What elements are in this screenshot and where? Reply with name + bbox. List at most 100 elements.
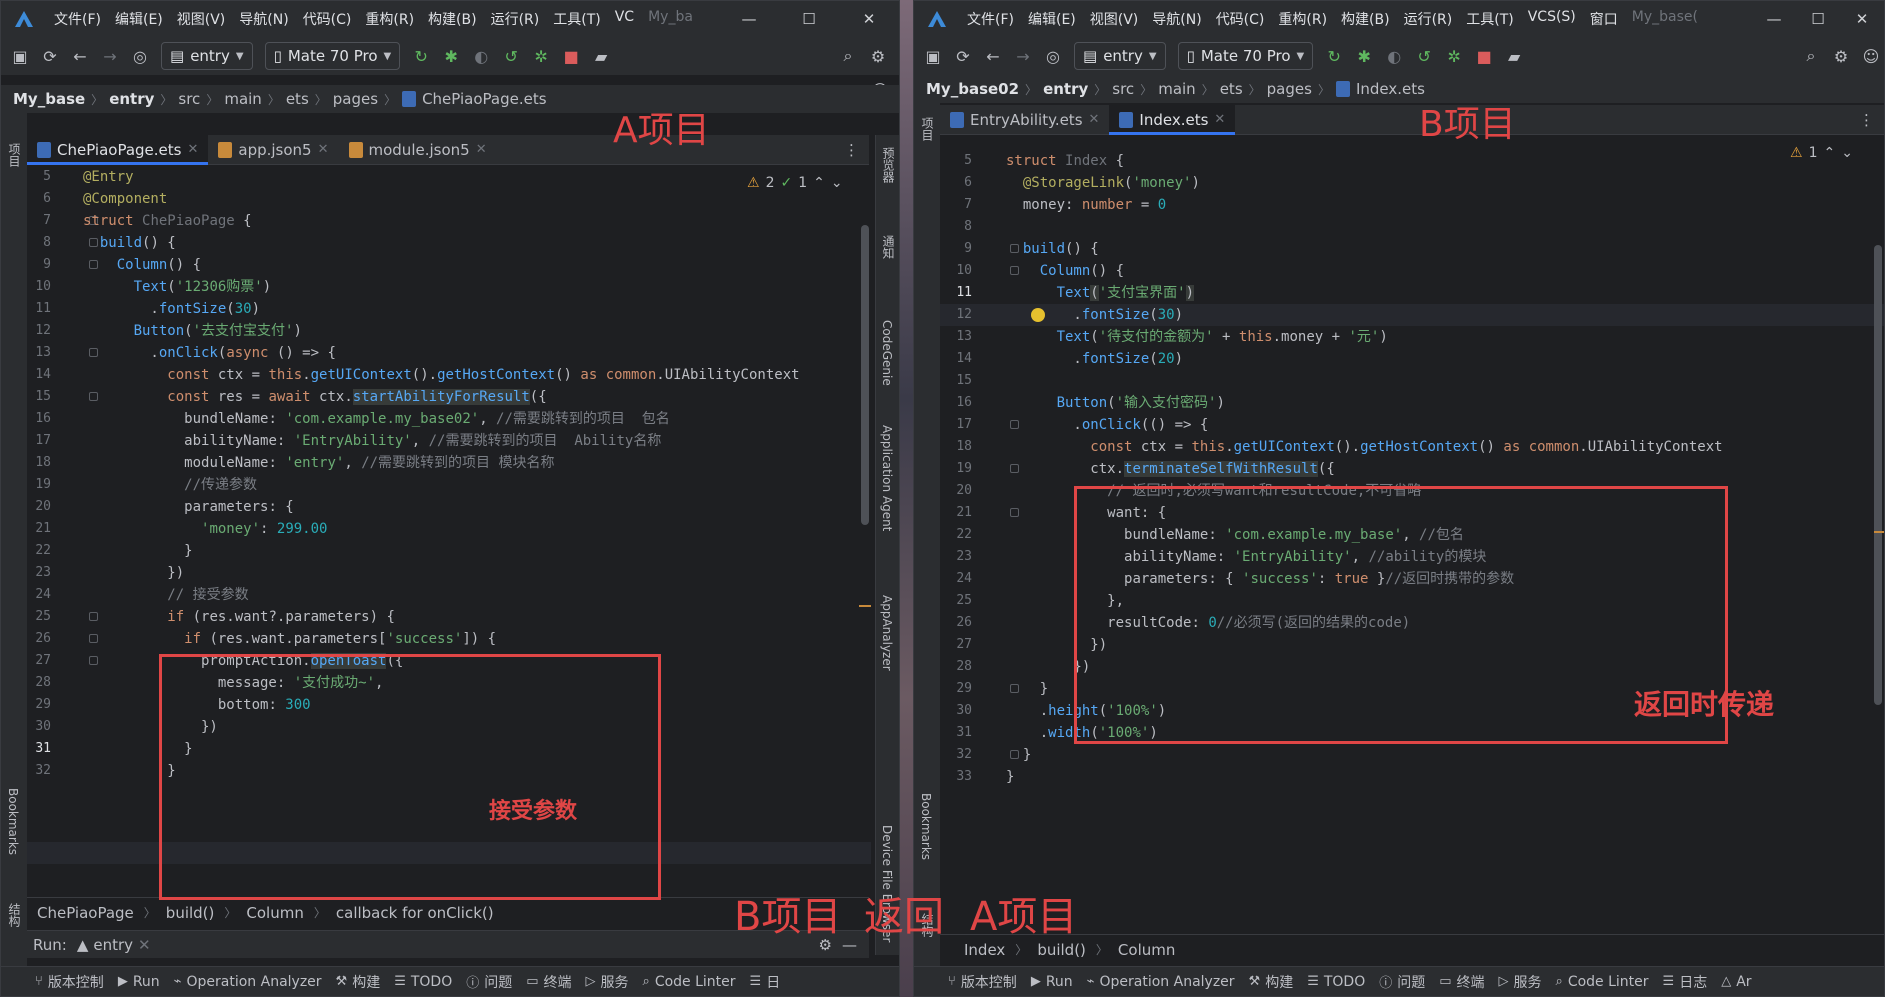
breadcrumb-project[interactable]: My_base: [13, 90, 85, 108]
minimize-icon[interactable]: —: [719, 1, 779, 37]
statusbar-operation-analyzer[interactable]: ⌁ Operation Analyzer: [1087, 974, 1235, 990]
statusbar-problems[interactable]: ⓘ 问题: [466, 972, 512, 992]
statusbar-code-linter[interactable]: ⌕ Code Linter: [643, 974, 736, 990]
menu-refactor[interactable]: 重构(R): [1271, 9, 1334, 29]
back-icon[interactable]: ←: [980, 43, 1006, 69]
statusbar-run[interactable]: ▶ Run: [118, 974, 160, 990]
statusbar-todo[interactable]: ☰ TODO: [1307, 974, 1365, 990]
menu-refactor[interactable]: 重构(R): [358, 9, 421, 29]
profile-icon[interactable]: ✲: [1441, 43, 1467, 69]
breadcrumb-pages[interactable]: pages: [333, 90, 378, 108]
statusbar-vcs[interactable]: ⑂ 版本控制: [35, 972, 104, 992]
minimize-panel-icon[interactable]: —: [842, 936, 857, 954]
statusbar-operation-analyzer[interactable]: ⌁ Operation Analyzer: [174, 974, 322, 990]
project-tool-button[interactable]: 项目: [6, 143, 23, 167]
menu-window[interactable]: 窗口: [1583, 9, 1625, 29]
statusbar-problems[interactable]: ⓘ 问题: [1379, 972, 1425, 992]
search-icon[interactable]: ⌕: [1798, 43, 1824, 69]
rerun-icon[interactable]: ↻: [1321, 43, 1347, 69]
chevron-down-icon[interactable]: ⌄: [1841, 145, 1853, 161]
save-icon[interactable]: ▣: [7, 43, 33, 69]
rerun-icon[interactable]: ↻: [408, 43, 434, 69]
breadcrumb-ets[interactable]: ets: [1220, 80, 1243, 98]
bookmarks-tool-button[interactable]: Bookmarks: [6, 788, 20, 855]
save-icon[interactable]: ▣: [920, 43, 946, 69]
breadcrumb-main[interactable]: main: [224, 90, 261, 108]
statusbar-ar[interactable]: △ Ar: [1721, 974, 1751, 990]
close-tab-icon[interactable]: ✕: [318, 142, 329, 157]
run-config-tab[interactable]: ▲ entry ✕: [77, 936, 151, 954]
more-tabs-icon[interactable]: ⋮: [1849, 105, 1884, 134]
menu-build[interactable]: 构建(B): [1334, 9, 1397, 29]
menu-file[interactable]: 文件(F): [960, 9, 1021, 29]
statusbar-log[interactable]: ☰ 日: [750, 972, 781, 992]
device-manager-icon[interactable]: ▰: [588, 43, 614, 69]
menu-view[interactable]: 视图(V): [170, 9, 233, 29]
menu-navigate[interactable]: 导航(N): [232, 9, 295, 29]
stop-icon[interactable]: ■: [1471, 43, 1497, 69]
application-agent-tool-button[interactable]: Application Agent: [880, 425, 894, 531]
breadcrumb-src[interactable]: src: [178, 90, 200, 108]
gear-icon[interactable]: ⚙: [1828, 43, 1854, 69]
tab-entryability[interactable]: EntryAbility.ets ✕: [940, 105, 1109, 134]
chevron-up-icon[interactable]: ⌃: [1823, 145, 1835, 161]
code-crumb[interactable]: ChePiaoPage: [37, 904, 134, 922]
statusbar-build[interactable]: ⚒ 构建: [1249, 972, 1294, 992]
breadcrumb-module[interactable]: entry: [1043, 80, 1088, 98]
menu-tools[interactable]: 工具(T): [1459, 9, 1520, 29]
close-icon[interactable]: ✕: [839, 1, 899, 37]
stop-icon[interactable]: ■: [558, 43, 584, 69]
more-tabs-icon[interactable]: ⋮: [834, 135, 869, 164]
target-icon[interactable]: ◎: [127, 43, 153, 69]
statusbar-terminal[interactable]: ▭ 终端: [526, 972, 571, 992]
close-icon[interactable]: ✕: [1840, 1, 1884, 37]
device-manager-icon[interactable]: ▰: [1501, 43, 1527, 69]
statusbar-todo[interactable]: ☰ TODO: [394, 974, 452, 990]
device-select[interactable]: ▯ Mate 70 Pro ▼: [1177, 42, 1314, 70]
menu-code[interactable]: 代码(C): [296, 9, 359, 29]
menu-file[interactable]: 文件(F): [47, 9, 108, 29]
close-tab-icon[interactable]: ✕: [476, 142, 487, 157]
statusbar-run[interactable]: ▶ Run: [1031, 974, 1073, 990]
breadcrumb-file[interactable]: ChePiaoPage.ets: [422, 90, 546, 108]
editor-scrollbar[interactable]: [861, 225, 869, 525]
tab-module-json5[interactable]: module.json5 ✕: [339, 135, 497, 164]
gear-icon[interactable]: ⚙: [865, 43, 891, 69]
code-crumb[interactable]: Column: [1118, 941, 1175, 959]
code-crumb[interactable]: callback for onClick(): [336, 904, 494, 922]
minimize-icon[interactable]: —: [1752, 1, 1796, 37]
menu-run[interactable]: 运行(R): [484, 9, 547, 29]
editor-scrollbar[interactable]: [1874, 245, 1882, 705]
breadcrumb-project[interactable]: My_base02: [926, 80, 1019, 98]
code-crumb[interactable]: Index: [964, 941, 1005, 959]
breadcrumb-src[interactable]: src: [1112, 80, 1134, 98]
tab-chepiaopage[interactable]: ChePiaoPage.ets ✕: [27, 135, 209, 165]
sync-icon[interactable]: ⟳: [950, 43, 976, 69]
code-crumb[interactable]: build(): [166, 904, 215, 922]
breadcrumb-module[interactable]: entry: [109, 90, 154, 108]
tab-index[interactable]: Index.ets ✕: [1109, 105, 1236, 135]
chevron-down-icon[interactable]: ⌄: [831, 175, 843, 191]
close-tab-icon[interactable]: ✕: [138, 936, 151, 954]
code-crumb[interactable]: Column: [246, 904, 303, 922]
statusbar-build[interactable]: ⚒ 构建: [336, 972, 381, 992]
appanalyzer-tool-button[interactable]: AppAnalyzer: [880, 595, 894, 671]
breadcrumb-pages[interactable]: pages: [1267, 80, 1312, 98]
inspection-widget[interactable]: ⚠ 2 ✓ 1 ⌃ ⌄: [747, 175, 843, 191]
forward-icon[interactable]: →: [97, 43, 123, 69]
breadcrumb-file[interactable]: Index.ets: [1356, 80, 1425, 98]
bookmarks-tool-button[interactable]: Bookmarks: [919, 793, 933, 860]
debug-icon[interactable]: ✱: [438, 43, 464, 69]
maximize-icon[interactable]: ☐: [1796, 1, 1840, 37]
account-icon[interactable]: ☺: [1858, 43, 1884, 69]
menu-code[interactable]: 代码(C): [1209, 9, 1272, 29]
apply-changes-icon[interactable]: ↺: [498, 43, 524, 69]
attach-icon[interactable]: ◐: [1381, 43, 1407, 69]
chevron-up-icon[interactable]: ⌃: [813, 175, 825, 191]
code-editor-b[interactable]: ⚠ 1 ⌃ ⌄ 5 6 7 8 9 10 11 12 13 14 15 16 17 …: [940, 135, 1884, 935]
close-tab-icon[interactable]: ✕: [187, 142, 198, 157]
statusbar-vcs[interactable]: ⑂ 版本控制: [948, 972, 1017, 992]
debug-icon[interactable]: ✱: [1351, 43, 1377, 69]
statusbar-log[interactable]: ☰ 日志: [1663, 972, 1708, 992]
menu-edit[interactable]: 编辑(E): [1021, 9, 1083, 29]
